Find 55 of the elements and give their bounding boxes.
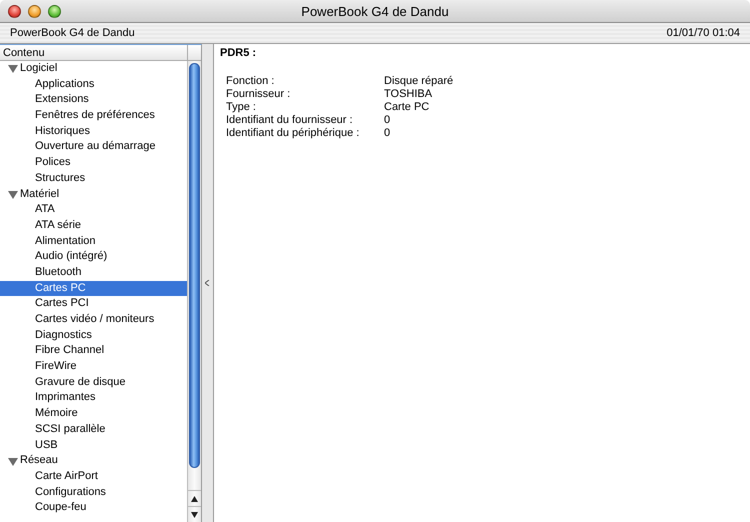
sidebar-item[interactable]: Applications	[0, 76, 187, 92]
disclosure-triangle-icon[interactable]	[8, 64, 18, 74]
sidebar-item[interactable]: ATA série	[0, 218, 187, 234]
sidebar-item[interactable]: Alimentation	[0, 234, 187, 250]
sidebar-item[interactable]: Ouverture au démarrage	[0, 139, 187, 156]
property-label: Identifiant du fournisseur :	[226, 114, 354, 127]
disclosure-triangle-icon[interactable]	[8, 190, 18, 199]
close-button[interactable]	[8, 4, 21, 18]
sidebar-item[interactable]: Audio (intégré)	[0, 249, 187, 265]
sidebar-item[interactable]: Gravure de disque	[0, 374, 187, 390]
sidebar-item[interactable]: SCSI parallèle	[0, 422, 187, 438]
sidebar-item[interactable]: Cartes vidéo / moniteurs	[0, 312, 187, 328]
sidebar-item[interactable]: FireWire	[0, 359, 187, 375]
column-header[interactable]: Contenu	[0, 45, 201, 61]
sidebar-item[interactable]: USB	[0, 438, 187, 454]
sidebar-item[interactable]: ATA	[0, 202, 187, 218]
sidebar-item[interactable]: Cartes PCI	[0, 296, 187, 312]
sidebar-group[interactable]: Réseau	[0, 453, 187, 469]
down-arrow-icon	[191, 512, 198, 518]
sidebar-item[interactable]: Fibre Channel	[0, 343, 187, 360]
property-label: Fournisseur :	[226, 88, 292, 101]
detail-heading: PDR5 :	[220, 47, 258, 59]
sidebar-item[interactable]: Mémoire	[0, 406, 187, 422]
sidebar-item[interactable]: Extensions	[0, 92, 187, 108]
property-value: 0	[384, 114, 392, 127]
computer-name: PowerBook G4 de Dandu	[10, 27, 135, 39]
scrollbar[interactable]	[187, 61, 201, 522]
sidebar-item[interactable]: Carte AirPort	[0, 468, 187, 485]
sidebar-group[interactable]: Matériel	[0, 186, 187, 202]
zoom-button[interactable]	[48, 4, 61, 18]
sidebar-item[interactable]: Bluetooth	[0, 264, 187, 281]
sidebar-group[interactable]: Logiciel	[0, 61, 187, 77]
date-time: 01/01/70 01:04	[666, 27, 740, 39]
sidebar-item[interactable]: Coupe-feu	[0, 500, 187, 516]
sidebar-item[interactable]: Structures	[0, 170, 187, 186]
property-label: Identifiant du périphérique :	[226, 127, 360, 140]
property-label: Fonction :	[226, 75, 276, 88]
sidebar-item[interactable]: Polices	[0, 155, 187, 171]
sidebar-item[interactable]: Historiques	[0, 124, 187, 140]
disclosure-triangle-icon[interactable]	[8, 456, 18, 466]
sidebar-item[interactable]: Fenêtres de préférences	[0, 108, 187, 124]
sidebar-item[interactable]: Imprimantes	[0, 390, 187, 406]
minimize-button[interactable]	[28, 4, 41, 18]
property-value: TOSHIBA	[384, 88, 434, 101]
property-value: Carte PC	[384, 101, 430, 114]
property-value: 0	[384, 127, 392, 140]
up-arrow-icon	[191, 496, 198, 502]
window-title: PowerBook G4 de Dandu	[301, 4, 449, 18]
property-label: Type :	[226, 101, 257, 114]
sidebar-item[interactable]: Cartes PC	[0, 280, 187, 296]
scroll-thumb[interactable]	[189, 63, 200, 468]
column-header-label: Contenu	[3, 47, 45, 59]
property-value: Disque réparé	[384, 75, 454, 88]
sidebar-item[interactable]: Configurations	[0, 484, 187, 500]
sidebar-item[interactable]: Diagnostics	[0, 328, 187, 344]
